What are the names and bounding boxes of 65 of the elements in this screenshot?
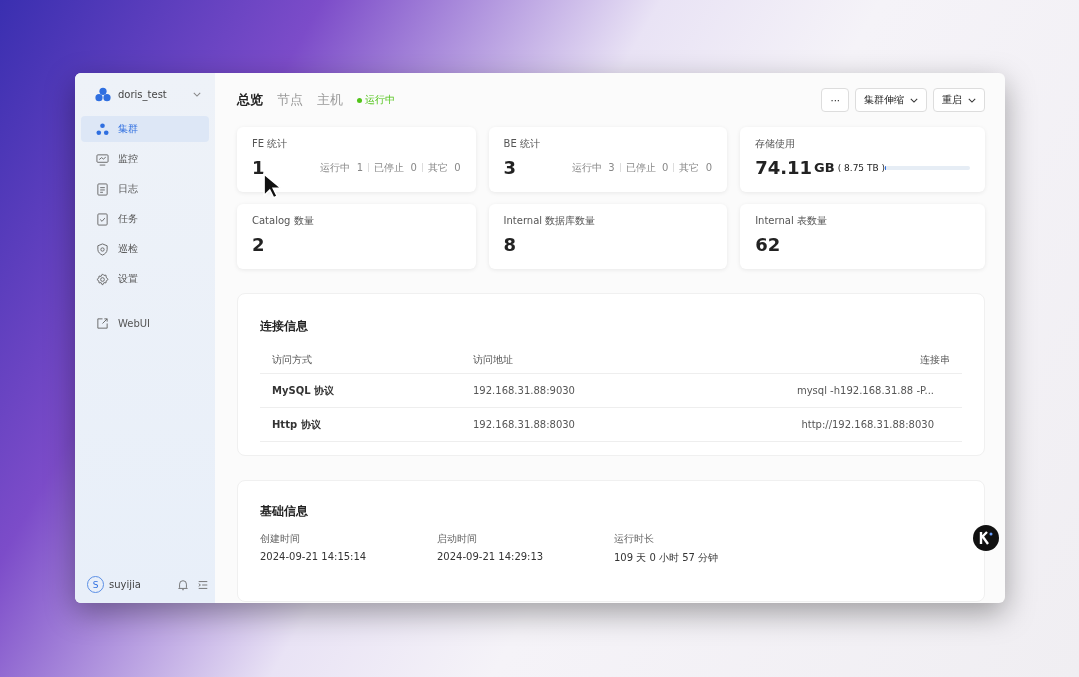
tab[interactable]: 总览 <box>237 91 263 109</box>
floating-logo-icon[interactable] <box>973 525 999 551</box>
field-value: 2024-09-21 14:29:13 <box>437 551 545 562</box>
settings-icon <box>96 272 109 286</box>
external-link-icon <box>96 316 109 330</box>
sidebar-item[interactable]: 日志 <box>81 176 209 202</box>
sidebar-item[interactable]: 设置 <box>81 266 209 292</box>
table-cell-text: 192.168.31.88:9030 <box>473 385 576 396</box>
field-value: 2024-09-21 14:15:14 <box>260 551 368 562</box>
cluster-logo-icon <box>95 87 111 102</box>
stat-breakdown: 已停止 0 <box>625 160 669 175</box>
sidebar-item[interactable]: 巡检 <box>81 236 209 262</box>
action-button[interactable]: 集群伸缩 <box>855 88 927 112</box>
stat-value: 74.11 <box>755 157 813 178</box>
webui-link[interactable]: WebUI <box>81 310 209 336</box>
cluster-icon <box>96 122 109 136</box>
action-button[interactable]: ··· <box>821 88 849 112</box>
stat-title: Internal 数据库数量 <box>503 214 597 228</box>
stat-value: 1 <box>252 157 265 178</box>
column-header: 访问地址 <box>473 353 514 367</box>
chevron-down-icon <box>968 97 976 103</box>
shield-icon <box>96 242 109 256</box>
field-label: 启动时间 <box>437 532 478 546</box>
stat-title: FE 统计 <box>252 137 289 151</box>
section-title: 基础信息 <box>260 503 309 520</box>
stat-breakdown: 运行中 1 <box>320 160 364 175</box>
action-button[interactable]: 重启 <box>933 88 985 112</box>
stat-value: 8 <box>503 234 517 255</box>
column-header: 连接串 <box>920 353 950 367</box>
stat-breakdown: 运行中 3 <box>571 160 615 175</box>
bell-icon[interactable] <box>177 578 189 591</box>
column-header: 访问方式 <box>272 353 313 367</box>
user-name: suyijia <box>109 579 142 590</box>
field-value: 109 天 0 小时 57 分钟 <box>614 551 720 565</box>
stat-value: 3 <box>503 157 517 178</box>
sidebar-item[interactable]: 任务 <box>81 206 209 232</box>
section-title: 连接信息 <box>260 318 309 335</box>
cluster-name[interactable]: doris_test <box>118 89 186 100</box>
status-label: 运行中 <box>365 93 395 107</box>
stat-title: 存储使用 <box>755 137 797 151</box>
stat-total: ( 8.75 TB ) <box>837 162 885 173</box>
document-icon <box>96 182 109 196</box>
table-cell-text: MySQL 协议 <box>272 383 336 398</box>
table-cell-text: mysql -h192.168.31.88 -P... <box>796 385 935 396</box>
table-cell-text: Http 协议 <box>272 417 322 432</box>
stat-breakdown: 其它 0 <box>679 160 713 175</box>
chevron-down-icon[interactable] <box>193 92 201 97</box>
checklist-icon <box>96 212 109 226</box>
stat-breakdown: 已停止 0 <box>374 160 417 175</box>
sidebar-item[interactable]: 监控 <box>81 146 209 172</box>
stat-value: 2 <box>252 234 265 255</box>
stat-title: Internal 表数量 <box>755 214 828 228</box>
stat-unit: GB <box>814 160 835 175</box>
field-label: 创建时间 <box>260 532 301 546</box>
chevron-down-icon <box>910 97 918 103</box>
monitor-icon <box>96 152 109 166</box>
sidebar-item[interactable]: 集群 <box>81 116 209 142</box>
stat-title: BE 统计 <box>503 137 541 151</box>
menu-icon[interactable] <box>197 578 209 591</box>
table-cell-text: 192.168.31.88:8030 <box>473 419 576 430</box>
stat-breakdown: 其它 0 <box>427 160 461 175</box>
stat-title: Catalog 数量 <box>252 214 315 228</box>
stat-value: 62 <box>755 234 781 255</box>
field-label: 运行时长 <box>614 532 655 546</box>
table-cell-text: http://192.168.31.88:8030 <box>801 419 935 430</box>
